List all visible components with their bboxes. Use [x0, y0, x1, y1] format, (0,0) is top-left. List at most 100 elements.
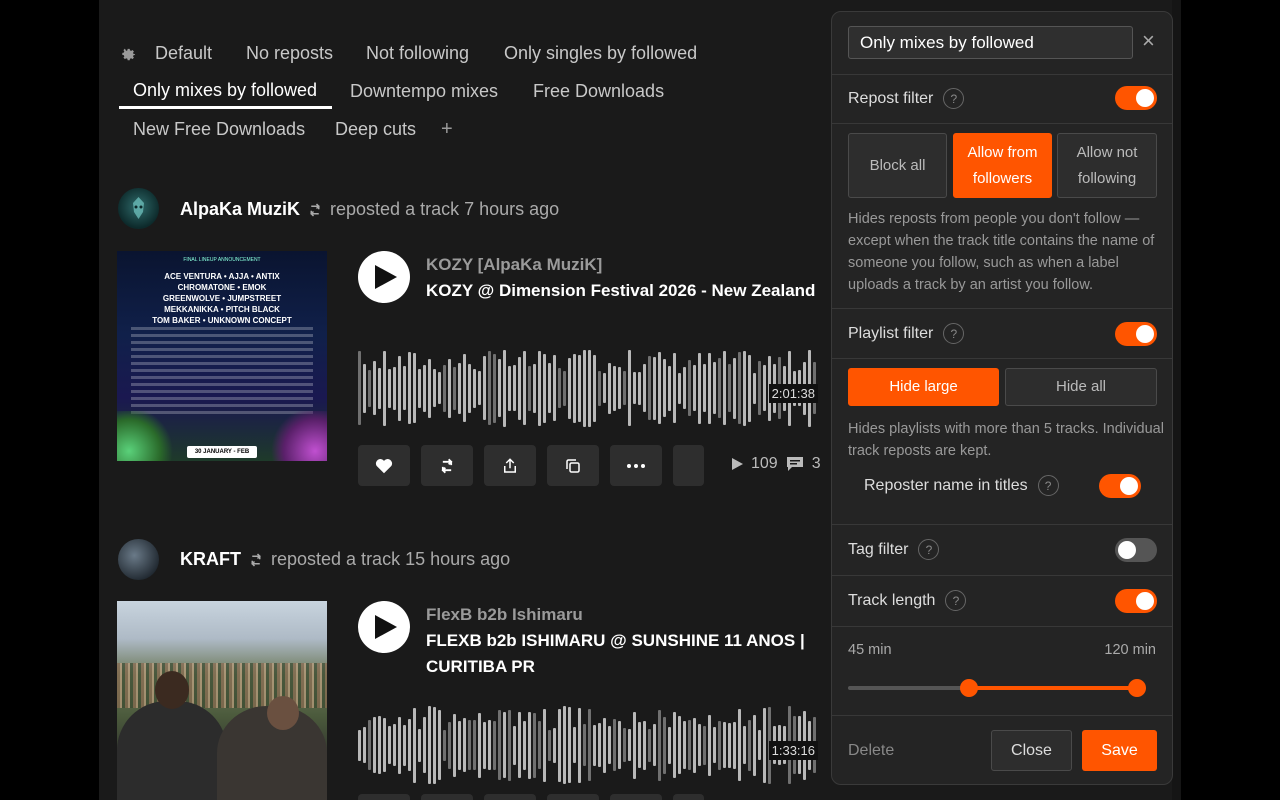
- play-button[interactable]: [358, 601, 410, 653]
- poster-line: TOM BAKER • UNKNOWN CONCEPT: [152, 316, 292, 325]
- repost-icon: [310, 202, 320, 217]
- share-button[interactable]: [484, 794, 536, 800]
- tab-default[interactable]: Default: [155, 43, 212, 64]
- repost-line: KRAFT reposted a track 15 hours ago: [180, 549, 510, 570]
- waveform-bar: [693, 365, 696, 411]
- playlist-option-hide-all[interactable]: Hide all: [1005, 368, 1157, 406]
- repost-button[interactable]: [421, 445, 473, 486]
- track-artwork[interactable]: FINAL LINEUP ANNOUNCEMENT ACE VENTURA • …: [117, 251, 327, 461]
- track-duration: 1:33:16: [768, 741, 818, 760]
- waveform-bar: [398, 355, 401, 421]
- waveform[interactable]: 1:33:16: [358, 705, 818, 785]
- waveform-bar: [548, 363, 551, 413]
- waveform-bar: [618, 721, 621, 769]
- waveform-bar: [628, 350, 631, 426]
- repost-option-block-all[interactable]: Block all: [848, 133, 947, 198]
- track-title[interactable]: KOZY @ Dimension Festival 2026 - New Zea…: [426, 278, 836, 304]
- slider-thumb-max[interactable]: [1128, 679, 1146, 697]
- gear-icon[interactable]: [119, 44, 137, 62]
- waveform-bar: [363, 363, 366, 413]
- like-button[interactable]: [358, 445, 410, 486]
- track-length-min-label: 45 min: [848, 642, 892, 658]
- slider-thumb-min[interactable]: [960, 679, 978, 697]
- tab-new-free-downloads[interactable]: New Free Downloads: [133, 119, 305, 140]
- track-artwork[interactable]: [117, 601, 327, 800]
- track-length-max-label: 120 min: [1104, 642, 1156, 658]
- repost-option-allow-not-following[interactable]: Allow not following: [1057, 133, 1157, 198]
- poster-line: CHROMATONE • EMOK: [177, 283, 267, 292]
- avatar[interactable]: [118, 539, 159, 580]
- tab-only-singles[interactable]: Only singles by followed: [504, 43, 697, 64]
- waveform-bar: [443, 364, 446, 412]
- waveform-bar: [678, 372, 681, 404]
- help-icon[interactable]: ?: [918, 539, 940, 560]
- help-icon[interactable]: ?: [943, 323, 965, 344]
- waveform-bar: [758, 361, 761, 415]
- waveform-bar: [368, 720, 371, 770]
- tag-filter-toggle[interactable]: [1115, 538, 1157, 562]
- waveform-bar: [633, 711, 636, 779]
- waveform-bar: [753, 714, 756, 776]
- reposter-name-toggle[interactable]: [1099, 474, 1141, 498]
- waveform-bar: [673, 353, 676, 423]
- filter-tabs: Default No reposts Not following Only si…: [99, 0, 839, 160]
- tab-deep-cuts[interactable]: Deep cuts: [335, 119, 416, 140]
- waveform[interactable]: 2:01:38: [358, 348, 818, 428]
- like-button[interactable]: [358, 794, 410, 800]
- waveform-bar: [713, 727, 716, 763]
- waveform-bar: [458, 362, 461, 414]
- close-icon[interactable]: ×: [1142, 30, 1155, 52]
- track-title[interactable]: FLEXB b2b ISHIMARU @ SUNSHINE 11 ANOS | …: [426, 628, 836, 680]
- waveform-bars: [358, 348, 818, 428]
- track-length-slider[interactable]: [848, 679, 1146, 697]
- help-icon[interactable]: ?: [943, 88, 965, 109]
- track-artist[interactable]: FlexB b2b Ishimaru: [426, 605, 583, 625]
- reposter-name[interactable]: KRAFT: [180, 549, 241, 570]
- delete-button[interactable]: Delete: [848, 730, 908, 771]
- extra-action-button[interactable]: [673, 794, 704, 800]
- repost-action: reposted a track 15 hours ago: [271, 549, 511, 569]
- save-button[interactable]: Save: [1082, 730, 1157, 771]
- extra-action-button[interactable]: [673, 445, 704, 486]
- tab-downtempo-mixes[interactable]: Downtempo mixes: [350, 81, 498, 102]
- repost-button[interactable]: [421, 794, 473, 800]
- playlist-option-hide-large[interactable]: Hide large: [848, 368, 999, 406]
- poster-decoration: [267, 411, 327, 461]
- more-button[interactable]: [610, 445, 662, 486]
- playlist-filter-toggle[interactable]: [1115, 322, 1157, 346]
- waveform-bar: [388, 726, 391, 764]
- poster-date: 30 JANUARY - FEB: [187, 446, 257, 458]
- tab-not-following[interactable]: Not following: [366, 43, 469, 64]
- waveform-bar: [563, 370, 566, 406]
- repost-option-allow-followers[interactable]: Allow from followers: [953, 133, 1052, 198]
- waveform-bar: [748, 719, 751, 771]
- help-icon[interactable]: ?: [1037, 475, 1059, 496]
- track-length-toggle[interactable]: [1115, 589, 1157, 613]
- waveform-bar: [603, 373, 606, 403]
- track-artist[interactable]: KOZY [AlpaKa MuziK]: [426, 255, 602, 275]
- avatar[interactable]: [118, 188, 159, 229]
- dj-silhouette: [117, 701, 227, 800]
- play-button[interactable]: [358, 251, 410, 303]
- waveform-bar: [753, 372, 756, 404]
- tab-only-mixes[interactable]: Only mixes by followed: [133, 80, 317, 101]
- tab-no-reposts[interactable]: No reposts: [246, 43, 333, 64]
- waveform-bar: [688, 360, 691, 416]
- waveform-bar: [358, 729, 361, 761]
- help-icon[interactable]: ?: [945, 590, 967, 611]
- waveform-bar: [483, 356, 486, 420]
- tab-free-downloads[interactable]: Free Downloads: [533, 81, 664, 102]
- reposter-name[interactable]: AlpaKa MuziK: [180, 199, 300, 220]
- waveform-bar: [508, 365, 511, 411]
- copy-link-button[interactable]: [547, 794, 599, 800]
- close-button[interactable]: Close: [991, 730, 1072, 771]
- more-button[interactable]: [610, 794, 662, 800]
- waveform-bar: [418, 368, 421, 408]
- copy-link-button[interactable]: [547, 445, 599, 486]
- repost-filter-toggle[interactable]: [1115, 86, 1157, 110]
- waveform-bar: [518, 712, 521, 778]
- share-button[interactable]: [484, 445, 536, 486]
- filter-name-input[interactable]: [848, 26, 1133, 59]
- waveform-bar: [513, 725, 516, 765]
- add-tab-button[interactable]: +: [441, 118, 453, 141]
